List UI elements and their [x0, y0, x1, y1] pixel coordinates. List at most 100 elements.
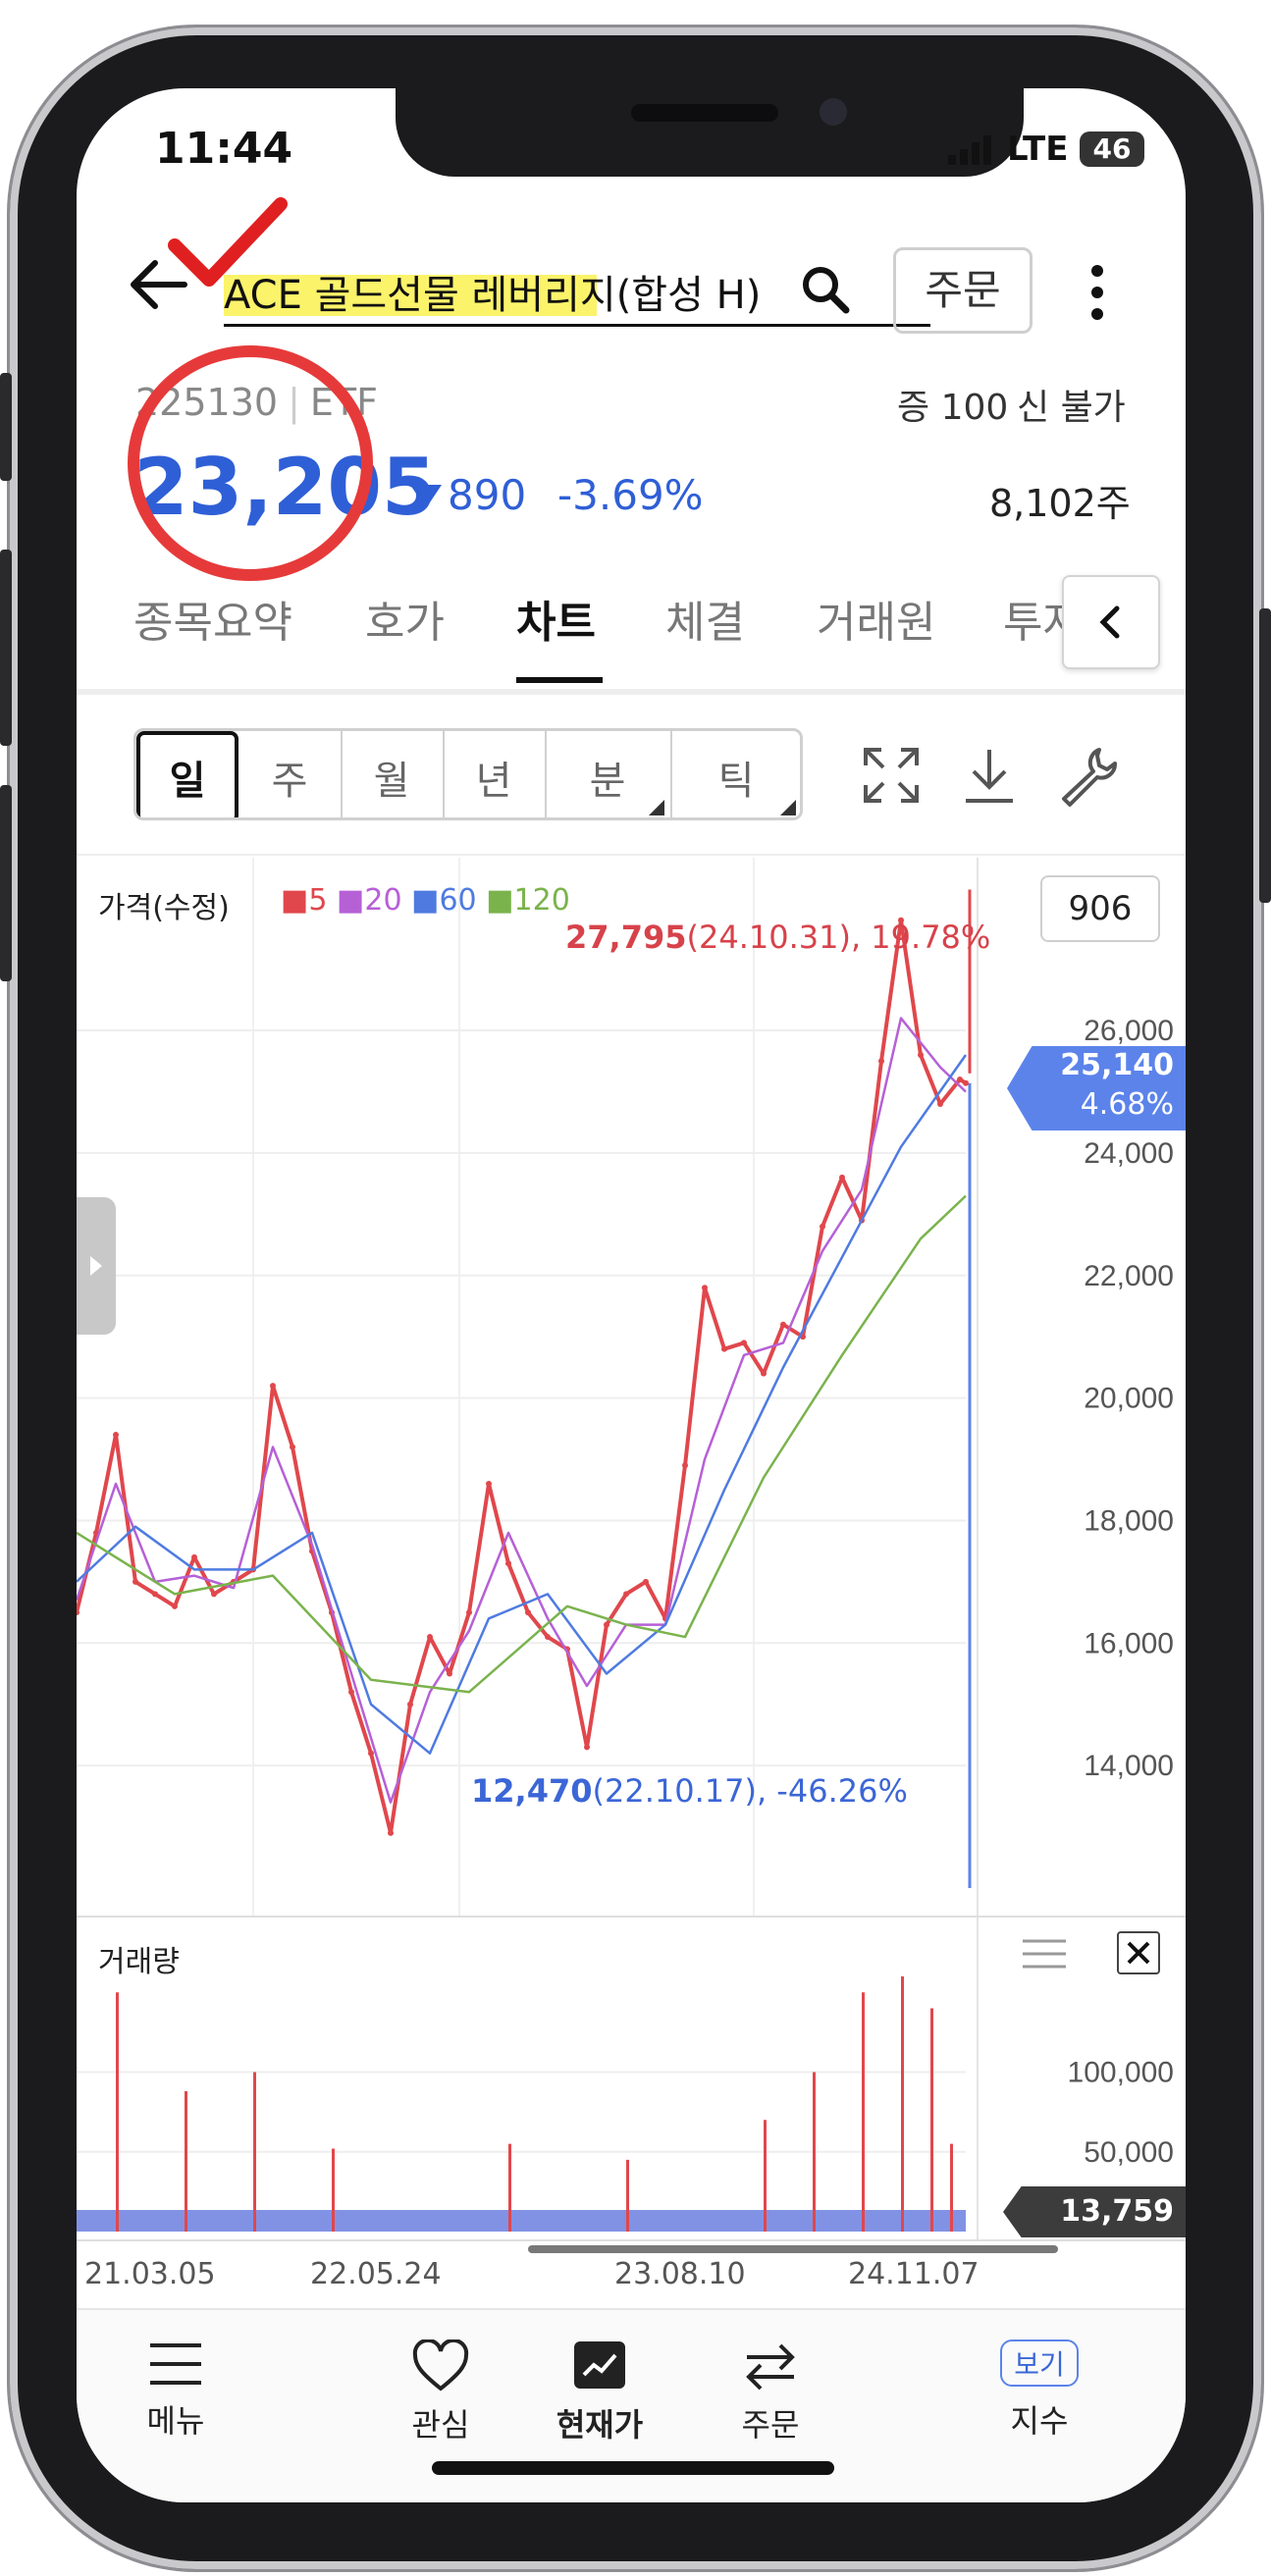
side-panel-toggle[interactable]: [77, 1197, 116, 1335]
tab-active-indicator: [516, 677, 603, 683]
y-tick-label: 100,000: [1068, 2057, 1174, 2089]
current-price-marker-value: 25,140: [1060, 1048, 1174, 1082]
series-line-ma5: [77, 918, 968, 1835]
chart-icon: [574, 2341, 625, 2389]
period-year-button[interactable]: 년: [443, 731, 547, 817]
nav-order[interactable]: 주문: [697, 2339, 844, 2445]
series-line-ma120: [77, 1194, 967, 1694]
order-button[interactable]: 주문: [893, 247, 1033, 334]
tab-scroll-left-button[interactable]: [1062, 575, 1160, 669]
data-point: [505, 1560, 511, 1567]
volume-bar: [813, 2072, 816, 2232]
tab-orderbook[interactable]: 호가: [365, 587, 445, 650]
battery-level: 46: [1092, 132, 1132, 165]
data-point: [525, 1609, 531, 1616]
download-icon[interactable]: [962, 746, 1017, 809]
page-title: ACE 골드선물 레버리지(합성 H): [224, 273, 762, 318]
close-volume-icon[interactable]: [1117, 1931, 1160, 1974]
data-point: [388, 1829, 394, 1836]
credit-status: 신 불가: [1017, 388, 1126, 428]
more-vert-icon[interactable]: [1087, 263, 1107, 326]
period-month-button[interactable]: 월: [341, 731, 445, 817]
x-tick-label: 23.08.10: [614, 2257, 746, 2291]
y-tick-label: 18,000: [1084, 1504, 1174, 1537]
nav-favorites[interactable]: 관심: [367, 2338, 514, 2445]
candle-count-box[interactable]: 906: [1040, 875, 1160, 942]
data-point: [702, 1285, 708, 1291]
period-week-button[interactable]: 주: [238, 731, 343, 817]
nav-index[interactable]: 보기 지수: [966, 2339, 1113, 2442]
data-point: [211, 1591, 217, 1598]
notch: [396, 88, 1024, 177]
y-tick-label: 22,000: [1084, 1260, 1174, 1292]
data-point: [957, 1077, 963, 1082]
volume-bar: [764, 2120, 767, 2232]
period-tick-button[interactable]: 틱: [670, 731, 800, 817]
ma5-legend: 5: [308, 883, 328, 918]
nav-order-label: 주문: [741, 2406, 800, 2444]
period-day-button[interactable]: 일: [136, 731, 238, 817]
tab-chart[interactable]: 차트: [516, 587, 596, 650]
ma-legend: ■5 ■20 ■60 ■120: [281, 883, 570, 918]
swap-icon: [746, 2343, 795, 2391]
tab-trades[interactable]: 체결: [665, 587, 745, 650]
status-time: 11:44: [155, 124, 293, 174]
x-tick-label: 22.05.24: [310, 2257, 442, 2291]
margin-rate: 증 100: [897, 379, 1008, 430]
volume-bar: [332, 2148, 335, 2232]
volume-bar: [930, 2008, 933, 2232]
y-tick-label: 20,000: [1084, 1383, 1174, 1415]
data-point: [447, 1670, 452, 1677]
index-badge: 보기: [1000, 2339, 1079, 2387]
data-point: [643, 1578, 649, 1585]
data-point: [937, 1100, 943, 1107]
y-tick-label: 14,000: [1084, 1750, 1174, 1782]
nav-menu[interactable]: 메뉴: [102, 2339, 249, 2442]
period-selector: 일 주 월 년 분 틱: [133, 728, 803, 820]
volume-up-button: [0, 550, 12, 746]
data-point: [918, 1052, 924, 1059]
tab-summary[interactable]: 종목요약: [133, 587, 292, 650]
data-point: [348, 1689, 354, 1696]
volume-bar: [626, 2159, 629, 2232]
price-change-pct: -3.69%: [557, 471, 704, 519]
tab-brokers[interactable]: 거래원: [817, 587, 935, 650]
low-detail: (22.10.17), -46.26%: [592, 1772, 908, 1810]
mute-switch: [0, 373, 12, 481]
data-point: [780, 1321, 786, 1328]
price-change: 890: [448, 471, 527, 519]
battery-icon: 46: [1080, 131, 1144, 167]
data-point: [466, 1609, 472, 1616]
data-point: [290, 1444, 295, 1450]
data-point: [741, 1340, 747, 1346]
corner-triangle-icon: [780, 800, 796, 815]
chevron-right-icon: [90, 1256, 102, 1276]
chart-scrollbar[interactable]: [528, 2245, 1058, 2253]
drag-handle-icon[interactable]: [1023, 1937, 1066, 1974]
data-point: [191, 1553, 197, 1560]
volume-down-button: [0, 785, 12, 981]
search-icon[interactable]: [801, 265, 850, 318]
period-tick-label: 틱: [717, 759, 755, 804]
phone-screen: 11:44 LTE 46 ACE 골드선물 레버리지(합성 H) 주문 2251…: [77, 88, 1186, 2502]
data-point: [172, 1603, 178, 1609]
ma60-legend: 60: [439, 883, 477, 918]
current-price-marker: 25,140 4.68%: [1007, 1046, 1186, 1130]
x-tick-label: 24.11.07: [848, 2257, 980, 2291]
period-minute-button[interactable]: 분: [545, 731, 672, 817]
nav-current-price[interactable]: 현재가: [526, 2339, 673, 2445]
series-line-ma20: [77, 1017, 967, 1804]
low-value: 12,470: [471, 1772, 593, 1810]
price-chart-label: 가격(수정): [98, 891, 230, 925]
high-annotation: 27,795(24.10.31), 19.78%: [565, 919, 990, 956]
price-chart[interactable]: 26,000 24,000 22,000 20,000 18,000 16,000 14,0…: [77, 858, 1186, 1918]
data-point: [152, 1591, 158, 1598]
data-point: [270, 1383, 276, 1390]
data-point: [839, 1174, 845, 1181]
volume-bar: [185, 2091, 187, 2232]
wrench-icon[interactable]: [1056, 744, 1119, 811]
fullscreen-icon[interactable]: [862, 746, 921, 809]
current-price-marker-pct: 4.68%: [1080, 1087, 1174, 1122]
data-point: [486, 1481, 492, 1487]
corner-triangle-icon: [649, 800, 664, 815]
